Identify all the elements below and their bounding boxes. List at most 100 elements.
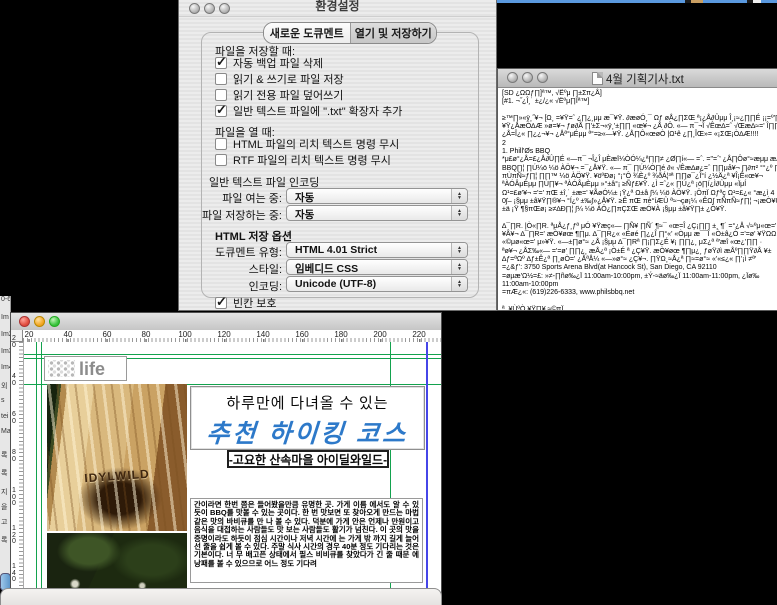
life-logo-box[interactable]: life (44, 356, 127, 381)
checkbox-label: 일반 텍스트 파일에 ".txt" 확장자 추가 (233, 103, 402, 119)
headline-small: 하루만에 다녀올 수 있는 (191, 392, 424, 413)
txt-titlebar[interactable]: 4월 기획기사.txt (498, 69, 777, 88)
popup-arrows-icon: ▲▼ (451, 189, 467, 203)
popup-value: HTML 4.01 Strict (295, 244, 377, 256)
checkmark-icon: ✓ (216, 102, 227, 118)
background-window-sliver (497, 0, 777, 3)
wood-carving-photo[interactable]: IDYLWILD (47, 384, 187, 531)
checkbox-row-txt-extension[interactable]: ✓ 일반 텍스트 파일에 ".txt" 확장자 추가 (215, 104, 402, 118)
prefs-tab-control: 새로운 도큐멘트 열기 및 저장하기 (263, 22, 437, 44)
popup-row-document-type: 도큐멘트 유형: HTML 4.01 Strict ▲▼ (179, 242, 496, 258)
logo-text: life (79, 360, 105, 378)
close-button[interactable] (507, 72, 518, 83)
clipped-text-fragment: 지 (1, 487, 7, 497)
popup-arrows-icon: ▲▼ (451, 243, 467, 257)
popup-value: Unicode (UTF-8) (295, 278, 376, 290)
checkbox-row-ignore-rtf-rich[interactable]: RTF 파일의 리치 텍스트 명령 무시 (215, 153, 391, 167)
foreground-window-top-edge[interactable] (0, 588, 442, 605)
popup-styling[interactable]: 임베디드 CSS ▲▼ (286, 259, 468, 275)
layout-titlebar[interactable] (11, 313, 441, 331)
popup-row-styling: 스타일: 임베디드 CSS ▲▼ (179, 259, 496, 275)
headline-box[interactable]: 하루만에 다녀올 수 있는 추천 하이킹 코스 (190, 386, 425, 450)
popup-label: 스타일: (179, 261, 282, 277)
ruler-number: 140 (256, 330, 269, 339)
checkbox-label: 빈칸 보호 (233, 295, 277, 311)
ruler-number: 180 (334, 330, 347, 339)
checkmark-icon: ✓ (216, 294, 227, 310)
ruler-number: 160 (295, 330, 308, 339)
checkbox-box[interactable]: ✓ (215, 57, 227, 69)
zoom-button[interactable] (49, 316, 60, 327)
ruler-number: 80 (12, 450, 19, 463)
checkbox-box[interactable] (215, 138, 227, 150)
ruler-number: 200 (373, 330, 386, 339)
checkbox-label: 읽기 & 쓰기로 파일 저장 (233, 71, 344, 87)
checkbox-row-ignore-html-rich[interactable]: HTML 파일의 리치 텍스트 명령 무시 (215, 137, 399, 151)
checkbox-label: RTF 파일의 리치 텍스트 명령 무시 (233, 152, 391, 168)
popup-saving-encoding[interactable]: 자동 ▲▼ (286, 205, 468, 221)
checkbox-box[interactable] (215, 89, 227, 101)
ruler-number: 60 (12, 412, 19, 425)
subheadline-box[interactable]: -고요한 산속마을 아이딜와일드- (227, 450, 389, 468)
tab-new-document[interactable]: 새로운 도큐멘트 (264, 23, 350, 43)
ruler-number: 60 (103, 330, 112, 339)
checkbox-label: HTML 파일의 리치 텍스트 명령 무시 (233, 136, 399, 152)
popup-value: 자동 (295, 207, 314, 222)
tab-open-and-save[interactable]: 열기 및 저장하기 (350, 23, 437, 43)
page-canvas[interactable]: life IDYLWILD 하루만에 다녀올 수 있는 추천 하이킹 코스 -고… (23, 342, 441, 604)
clipped-text-fragment: 고 (1, 517, 7, 527)
checkbox-row-overwrite-readonly[interactable]: 읽기 전용 파일 덮어쓰기 (215, 88, 343, 102)
forest-photo[interactable] (47, 533, 187, 593)
clipped-text-fragment: 록 (1, 450, 7, 460)
ruler-number: 100 (12, 488, 19, 508)
popup-value: 자동 (295, 190, 314, 205)
preferences-dialog: 환경설정 새로운 도큐멘트 열기 및 저장하기 파일을 저장할 때: ✓ 자동 … (178, 0, 497, 311)
popup-label: 파일 저장하는 중: (179, 207, 282, 223)
clipped-text-fragment: s (1, 397, 5, 404)
guide-line[interactable] (41, 342, 42, 604)
prefs-titlebar[interactable]: 환경설정 (179, 0, 496, 17)
headline-big: 추천 하이킹 코스 (190, 414, 426, 450)
checkmark-icon: ✓ (216, 54, 227, 70)
wood-texture (47, 384, 187, 531)
guide-line[interactable] (36, 342, 37, 604)
popup-html-encoding[interactable]: Unicode (UTF-8) ▲▼ (286, 276, 468, 292)
ruler-number: 140 (12, 564, 19, 584)
guide-line[interactable] (24, 354, 441, 355)
popup-row-opening-files: 파일 여는 중: 자동 ▲▼ (179, 188, 496, 204)
desktop: 0-63ImIm2Im3Im4외steiMa록록지을고록 환경설정 새로운 도큐… (0, 0, 777, 605)
txt-content[interactable]: [SD ¿ΩΩƒ∏]ª™, √Ëºμ ∏±Σπ¿Å] [#1. ¬˝¿Î¸˙ ±… (498, 87, 777, 310)
ruler-number: 20 (12, 336, 19, 349)
checkbox-label: 자동 백업 파일 삭제 (233, 55, 323, 71)
checkbox-row-delete-backup[interactable]: ✓ 자동 백업 파일 삭제 (215, 56, 323, 70)
checkbox-box[interactable]: ✓ (215, 297, 227, 309)
prefs-window-title: 환경설정 (179, 0, 496, 13)
checkbox-label: 읽기 전용 파일 덮어쓰기 (233, 87, 343, 103)
checkbox-box[interactable] (215, 73, 227, 85)
popup-arrows-icon: ▲▼ (451, 277, 467, 291)
close-button[interactable] (19, 316, 30, 327)
ruler-number: 120 (217, 330, 230, 339)
sliver-light-segment (753, 0, 761, 3)
popup-opening-encoding[interactable]: 자동 ▲▼ (286, 188, 468, 204)
checkbox-row-preserve-blank[interactable]: ✓ 빈칸 보호 (215, 296, 277, 310)
popup-row-encoding: 인코딩: Unicode (UTF-8) ▲▼ (179, 276, 496, 292)
popup-document-type[interactable]: HTML 4.01 Strict ▲▼ (286, 242, 468, 258)
checkbox-box[interactable]: ✓ (215, 105, 227, 117)
page-edge-guide[interactable] (426, 342, 428, 604)
body-text-box[interactable]: 간이라면 한번 쯤은 들어봤을만큼 유명한 곳. 가게 이름 에서도 알 수 있… (190, 498, 423, 583)
minimize-button[interactable] (522, 72, 533, 83)
popup-label: 도큐멘트 유형: (179, 244, 282, 260)
clipped-text-fragment: 록 (1, 468, 7, 478)
ruler-number: 20 (25, 330, 34, 339)
checkbox-row-save-read-write[interactable]: 읽기 & 쓰기로 파일 저장 (215, 72, 344, 86)
popup-arrows-icon: ▲▼ (451, 206, 467, 220)
txt-window-title: 4월 기획기사.txt (606, 71, 684, 87)
minimize-button[interactable] (34, 316, 45, 327)
ruler-number: 80 (142, 330, 151, 339)
sliver-tan-segment (691, 0, 703, 3)
checkbox-box[interactable] (215, 154, 227, 166)
popup-label: 인코딩: (179, 278, 282, 294)
subheadline-text: -고요한 산속마을 아이딜와일드- (229, 451, 387, 468)
zoom-button[interactable] (537, 72, 548, 83)
